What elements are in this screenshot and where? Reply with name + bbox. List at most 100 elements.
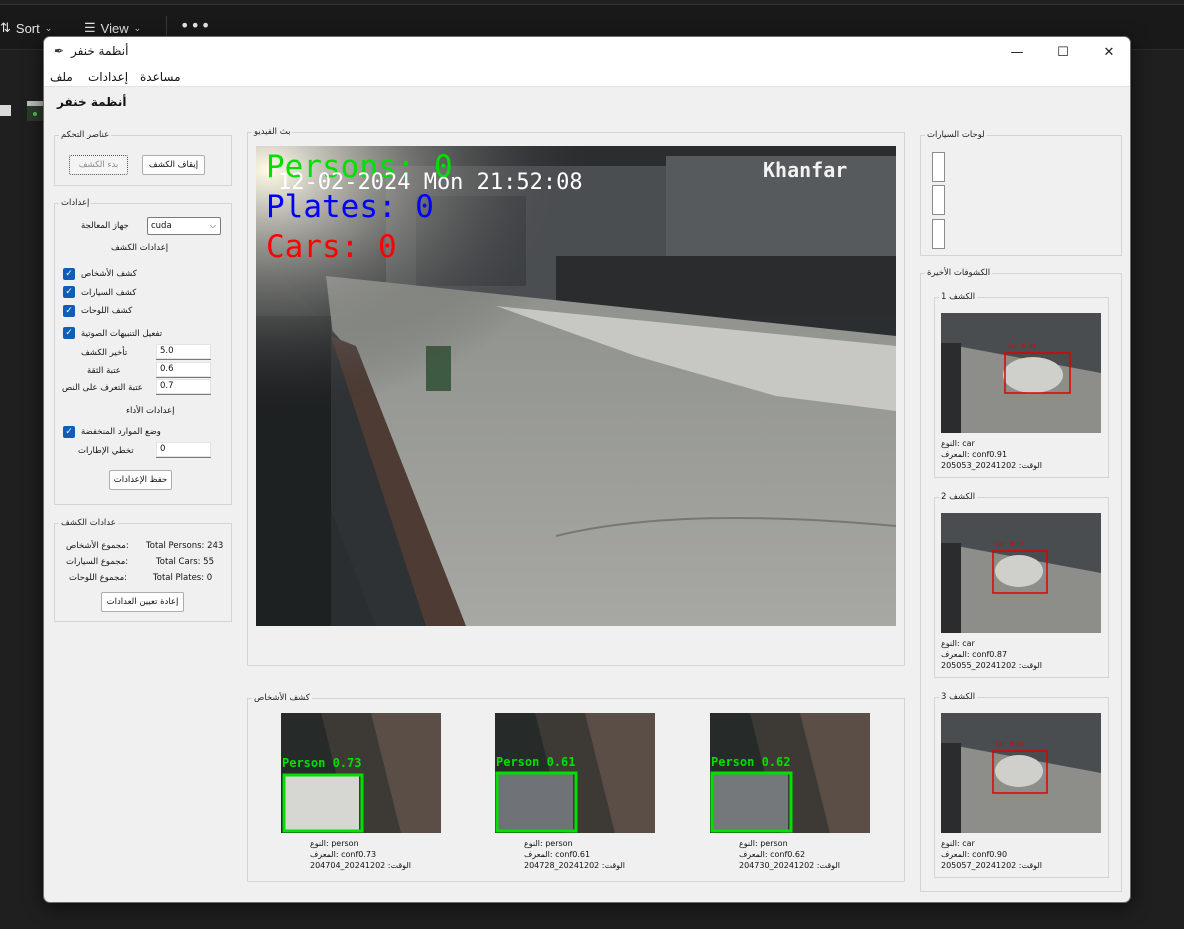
plate-slot-1[interactable] (932, 152, 945, 182)
person-crop-image (281, 713, 441, 833)
person-thumbnail-2[interactable]: Person 0.61 (495, 713, 655, 833)
car-thumbnail-2[interactable]: car 0.87 (941, 513, 1101, 633)
chevron-down-icon: ⌵ (209, 221, 216, 230)
start-detection-button[interactable]: بدء الكشف (69, 155, 128, 175)
car-crop-image (941, 313, 1101, 433)
persons-panel-title: كشف الأشخاص (254, 693, 310, 703)
person-info-2: النوع: person المعرف: conf0.61 الوقت: 20… (524, 838, 625, 871)
person-time: الوقت: 20241202_204730 (739, 861, 840, 870)
cars-count-label: مجموع السيارات: (66, 557, 129, 567)
detect-persons-checkbox[interactable]: ✓ (63, 268, 75, 280)
frame-skip-label: تخطي الإطارات (78, 446, 134, 456)
desktop-file-icon[interactable] (0, 105, 11, 116)
close-button[interactable]: ✕ (1086, 37, 1130, 67)
car-id: المعرف: conf0.90 (941, 850, 1008, 859)
explorer-top-strip (0, 0, 1184, 5)
person-label-overlay: Person 0.61 (496, 755, 576, 769)
car-thumbnail-1[interactable]: car 0.91 (941, 313, 1101, 433)
car-crop-image (941, 713, 1101, 833)
person-thumbnail-3[interactable]: Person 0.62 (710, 713, 870, 833)
detect-cars-label: كشف السيارات (81, 288, 137, 298)
persons-count-value: Total Persons: 243 (146, 541, 224, 551)
person-type: النوع: person (524, 839, 573, 848)
person-info-3: النوع: person المعرف: conf0.62 الوقت: 20… (739, 838, 840, 871)
settings-title: إعدادات (61, 198, 90, 208)
person-id: المعرف: conf0.61 (524, 850, 591, 859)
cars-count-value: Total Cars: 55 (156, 557, 215, 567)
person-label-overlay: Person 0.73 (282, 756, 362, 770)
plate-slot-3[interactable] (932, 219, 945, 249)
confidence-input[interactable]: 0.6 (156, 362, 211, 378)
car-info-3: النوع: car المعرف: conf0.90 الوقت: 20241… (941, 838, 1042, 871)
sort-icon: ⇅ (0, 20, 11, 35)
title-bar[interactable]: ✒ أنظمة خنفر — ☐ ✕ (44, 37, 1130, 67)
ocr-threshold-input[interactable]: 0.7 (156, 379, 211, 395)
video-feed: Persons: 0 12-02-2024 Mon 21:52:08 Khanf… (256, 146, 896, 626)
car-id: المعرف: conf0.91 (941, 450, 1008, 459)
delay-label: تأخير الكشف (81, 348, 128, 358)
app-window: ✒ أنظمة خنفر — ☐ ✕ ملف إعدادات مساعدة أن… (43, 36, 1131, 903)
sound-alerts-checkbox[interactable]: ✓ (63, 327, 75, 339)
persons-count-label: مجموع الأشخاص: (66, 541, 129, 551)
controls-title: عناصر التحكم (61, 130, 110, 140)
device-select[interactable]: cuda ⌵ (147, 217, 221, 235)
detection-settings-title: إعدادات الكشف (111, 243, 169, 253)
person-id: المعرف: conf0.62 (739, 850, 806, 859)
view-button[interactable]: ☰ View ⌄ (84, 20, 141, 36)
recent-card-title: الكشف 1 (941, 292, 976, 302)
save-settings-button[interactable]: حفظ الإعدادات (109, 470, 172, 490)
recent-card-title: الكشف 2 (941, 492, 976, 502)
more-options-button[interactable]: ••• (180, 16, 211, 35)
detect-plates-checkbox[interactable]: ✓ (63, 305, 75, 317)
recent-card-title: الكشف 3 (941, 692, 976, 702)
car-label-overlay: car 0.90 (995, 741, 1024, 748)
chevron-down-icon: ⌄ (133, 22, 142, 33)
drive-icon[interactable] (27, 101, 43, 121)
car-type: النوع: car (941, 639, 975, 648)
plates-count-value: Total Plates: 0 (153, 573, 213, 583)
person-time: الوقت: 20241202_204704 (310, 861, 411, 870)
car-label-overlay: car 0.87 (995, 541, 1024, 548)
drive-status-icon (33, 112, 37, 116)
low-resource-checkbox[interactable]: ✓ (63, 426, 75, 438)
detect-persons-label: كشف الأشخاص (81, 269, 137, 279)
car-crop-image (941, 513, 1101, 633)
watermark-overlay: Khanfar (763, 158, 848, 182)
car-thumbnail-3[interactable]: car 0.90 (941, 713, 1101, 833)
sort-label: Sort (15, 20, 40, 36)
performance-settings-title: إعدادات الأداء (126, 406, 175, 416)
delay-input[interactable]: 5.0 (156, 344, 211, 360)
car-type: النوع: car (941, 439, 975, 448)
view-icon: ☰ (84, 20, 96, 35)
chevron-down-icon: ⌄ (44, 22, 53, 33)
car-type: النوع: car (941, 839, 975, 848)
detect-cars-checkbox[interactable]: ✓ (63, 286, 75, 298)
recent-title: الكشوفات الأخيرة (927, 268, 991, 278)
person-label-overlay: Person 0.62 (711, 755, 791, 769)
feather-icon: ✒ (54, 44, 65, 58)
menu-help[interactable]: مساعدة (140, 70, 181, 84)
reset-counters-button[interactable]: إعادة تعيين العدادات (101, 592, 184, 612)
frame-skip-input[interactable]: 0 (156, 442, 211, 458)
ocr-threshold-label: عتبة التعرف على النص (62, 383, 143, 393)
plate-slot-2[interactable] (932, 185, 945, 215)
plates-panel-title: لوحات السيارات (927, 130, 985, 140)
person-id: المعرف: conf0.73 (310, 850, 377, 859)
car-time: الوقت: 20241202_205055 (941, 661, 1042, 670)
person-type: النوع: person (310, 839, 359, 848)
plates-count-label: مجموع اللوحات: (69, 573, 127, 583)
sort-button[interactable]: ⇅ Sort ⌄ (0, 20, 52, 36)
person-time: الوقت: 20241202_204728 (524, 861, 625, 870)
plates-overlay: Plates: 0 (266, 189, 434, 225)
stop-detection-button[interactable]: إيقاف الكشف (142, 155, 205, 175)
car-time: الوقت: 20241202_205057 (941, 861, 1042, 870)
device-value: cuda (151, 221, 172, 231)
minimize-button[interactable]: — (994, 37, 1040, 67)
car-info-1: النوع: car المعرف: conf0.91 الوقت: 20241… (941, 438, 1042, 471)
confidence-label: عتبة الثقة (87, 366, 121, 376)
person-crop-image (710, 713, 870, 833)
menu-settings[interactable]: إعدادات (88, 70, 128, 84)
maximize-button[interactable]: ☐ (1040, 37, 1086, 67)
person-thumbnail-1[interactable]: Person 0.73 (281, 713, 441, 833)
menu-file[interactable]: ملف (50, 70, 73, 84)
